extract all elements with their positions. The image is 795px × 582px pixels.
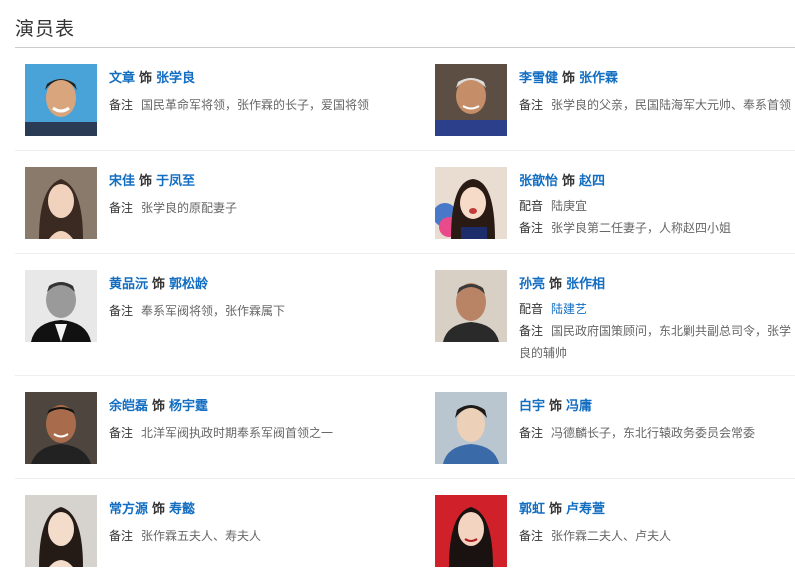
voice-label: 配音 [519,302,544,316]
note-label: 备注 [109,201,134,215]
role-note: 国民政府国策顾问，东北剿共副总司令，张学良的辅帅 [519,324,792,360]
role-note: 奉系军阀将领，张作霖属下 [141,304,286,318]
cast-card: 常方源饰寿懿 备注 张作霖五夫人、寿夫人 [25,495,385,575]
role-name-link[interactable]: 张学良 [156,71,195,86]
actor-name-link[interactable]: 文章 [109,71,135,86]
note-label: 备注 [519,221,544,235]
role-name-link[interactable]: 冯庸 [566,399,592,414]
role-name-link[interactable]: 郭松龄 [169,277,208,292]
note-label: 备注 [109,426,134,440]
cast-card: 李雪健饰张作霖 备注 张学良的父亲，民国陆海军大元帅、奉系首领 [435,64,795,144]
actor-name-link[interactable]: 宋佳 [109,174,135,189]
actor-name-link[interactable]: 白宇 [519,399,545,414]
cast-card: 文章饰张学良 备注 国民革命军将领，张作霖的长子，爱国将领 [25,64,385,144]
cast-card: 孙亮饰张作相 配音 陆建艺 备注 国民政府国策顾问，东北剿共副总司令，张学良的辅帅 [435,270,795,370]
actor-name-link[interactable]: 郭虹 [519,502,545,517]
cast-list: 文章饰张学良 备注 国民革命军将领，张作霖的长子，爱国将领 李雪健饰张作霖 备注… [0,48,795,582]
voice-actor-link[interactable]: 陆建艺 [551,302,587,316]
cast-row: 余皑磊饰杨宇霆 备注 北洋军阀执政时期奉系军阀首领之一 白宇饰冯庸 备注 冯德麟长子… [0,376,795,479]
as-label: 饰 [139,174,153,189]
as-label: 饰 [152,277,166,292]
as-label: 饰 [562,174,576,189]
actor-photo[interactable] [25,392,97,464]
role-name-link[interactable]: 寿懿 [169,502,195,517]
role-note: 冯德麟长子，东北行辕政务委员会常委 [551,426,756,440]
role-note: 北洋军阀执政时期奉系军阀首领之一 [141,426,334,440]
as-label: 饰 [549,277,563,292]
actor-name-link[interactable]: 余皑磊 [109,399,148,414]
role-name-link[interactable]: 赵四 [579,174,605,189]
actor-photo[interactable] [25,167,97,239]
cast-card: 张歆怡饰赵四 配音 陆庚宜 备注 张学良第二任妻子，人称赵四小姐 [435,167,795,247]
actor-photo[interactable] [435,167,507,239]
actor-photo[interactable] [435,270,507,342]
cast-card: 郭虹饰卢寿萱 备注 张作霖二夫人、卢夫人 [435,495,795,575]
role-name-link[interactable]: 于凤至 [156,174,195,189]
note-label: 备注 [519,98,544,112]
as-label: 饰 [562,71,576,86]
note-label: 备注 [109,98,134,112]
role-name-link[interactable]: 杨宇霆 [169,399,208,414]
actor-name-link[interactable]: 黄品沅 [109,277,148,292]
note-label: 备注 [519,529,544,543]
role-name-link[interactable]: 张作相 [566,277,605,292]
role-name-link[interactable]: 张作霖 [579,71,618,86]
role-name-link[interactable]: 卢寿萱 [566,502,605,517]
as-label: 饰 [152,399,166,414]
cast-card: 宋佳饰于凤至 备注 张学良的原配妻子 [25,167,385,247]
actor-name-link[interactable]: 张歆怡 [519,174,558,189]
role-note: 国民革命军将领，张作霖的长子，爱国将领 [141,98,370,112]
role-note: 张学良第二任妻子，人称赵四小姐 [551,221,732,235]
as-label: 饰 [152,502,166,517]
cast-row: 常方源饰寿懿 备注 张作霖五夫人、寿夫人 郭虹饰卢寿萱 备注 张作霖二夫人、卢夫人 [0,479,795,582]
actor-photo[interactable] [435,392,507,464]
voice-label: 配音 [519,199,544,213]
actor-name-link[interactable]: 孙亮 [519,277,545,292]
role-note: 张学良的父亲，民国陆海军大元帅、奉系首领 [551,98,792,112]
note-label: 备注 [109,529,134,543]
note-label: 备注 [519,426,544,440]
cast-card: 黄品沅饰郭松龄 备注 奉系军阀将领，张作霖属下 [25,270,385,350]
actor-photo[interactable] [435,64,507,136]
role-note: 张作霖五夫人、寿夫人 [141,529,262,543]
actor-photo[interactable] [25,495,97,567]
as-label: 饰 [139,71,153,86]
note-label: 备注 [109,304,134,318]
cast-row: 黄品沅饰郭松龄 备注 奉系军阀将领，张作霖属下 孙亮饰张作相 配音 陆建艺 备注国 [0,254,795,376]
as-label: 饰 [549,502,563,517]
cast-row: 文章饰张学良 备注 国民革命军将领，张作霖的长子，爱国将领 李雪健饰张作霖 备注… [0,48,795,151]
actor-photo[interactable] [25,64,97,136]
voice-actor: 陆庚宜 [551,199,588,213]
role-note: 张学良的原配妻子 [141,201,238,215]
as-label: 饰 [549,399,563,414]
role-note: 张作霖二夫人、卢夫人 [551,529,672,543]
actor-photo[interactable] [435,495,507,567]
cast-card: 余皑磊饰杨宇霆 备注 北洋军阀执政时期奉系军阀首领之一 [25,392,385,472]
cast-row: 宋佳饰于凤至 备注 张学良的原配妻子 张歆怡饰赵四 配音 陆庚宜 备注 张学良第… [0,151,795,254]
actor-photo[interactable] [25,270,97,342]
section-title: 演员表 [15,18,76,40]
actor-name-link[interactable]: 常方源 [109,502,148,517]
note-label: 备注 [519,324,544,338]
cast-card: 白宇饰冯庸 备注 冯德麟长子，东北行辕政务委员会常委 [435,392,795,472]
actor-name-link[interactable]: 李雪健 [519,71,558,86]
